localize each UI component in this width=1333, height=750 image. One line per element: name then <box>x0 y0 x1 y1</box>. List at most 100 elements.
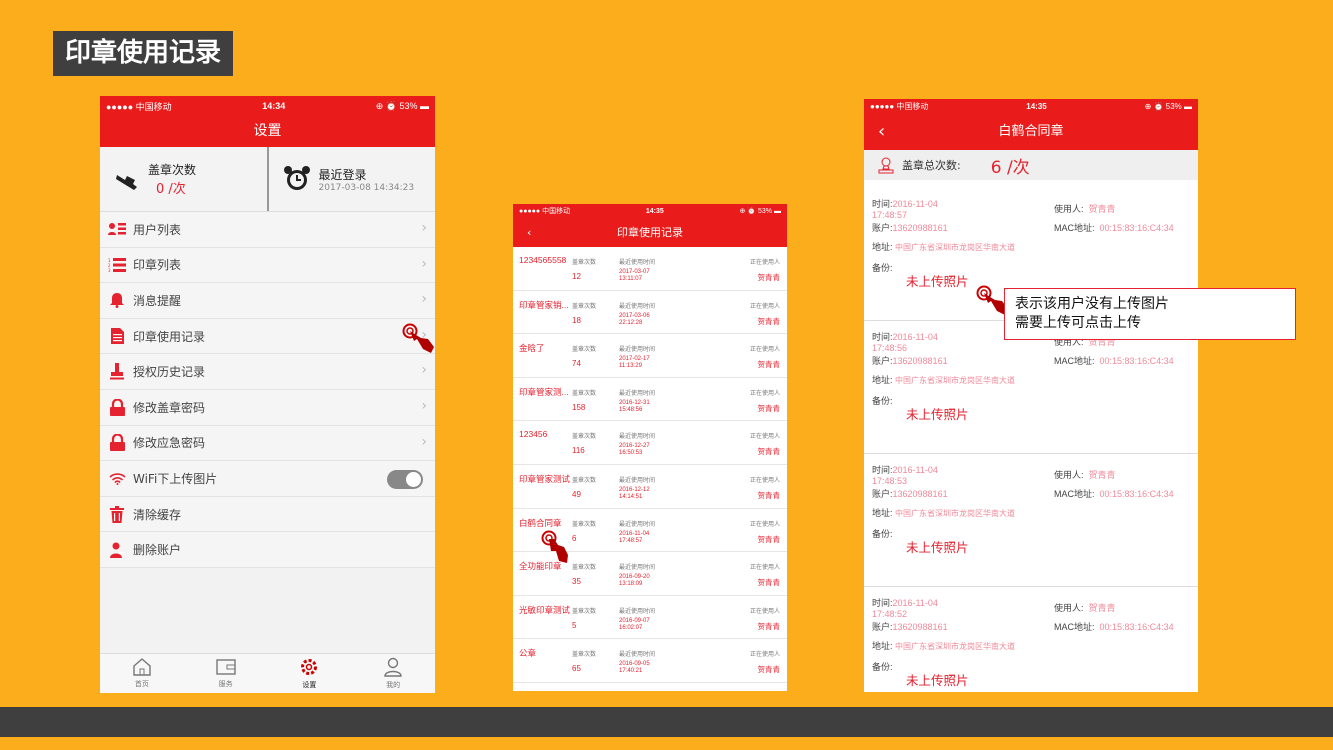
menu-item-auth-history[interactable]: 授权历史记录 › <box>100 354 435 390</box>
count-value: 74 <box>572 359 581 369</box>
carrier-label: ●●●●● 中国移动 <box>519 208 571 215</box>
user-value: 贺青青 <box>757 403 781 413</box>
stamp-count-value: 0 /次 <box>156 182 186 197</box>
time-value: 2017-03-07 13:11:07 <box>619 269 650 282</box>
total-count-label: 盖章总次数: <box>902 159 961 172</box>
entry-note-label: 备份: <box>872 396 893 406</box>
count-label: 盖章次数 <box>572 477 597 484</box>
menu-item-change-emergency-password[interactable]: 修改应急密码 › <box>100 426 435 462</box>
entry-account: 账户:13620988161 <box>872 489 948 499</box>
seal-name: 印章管家销... <box>519 299 569 310</box>
record-row[interactable]: 金晗了 盖章次数 74 最近使用时间 2017-02-17 11:13:29 正在使用人 贺青… <box>513 334 787 378</box>
tap-hand-icon <box>402 323 434 353</box>
menu-item-label: 印章列表 <box>133 258 182 273</box>
count-label: 盖章次数 <box>572 652 597 659</box>
record-row[interactable]: 印章管家测... 盖章次数 158 最近使用时间 2016-12-31 15:48:56 正… <box>513 378 787 422</box>
nav-title: 设置 <box>100 116 435 147</box>
menu-item-label: 用户列表 <box>133 222 182 237</box>
record-row[interactable]: 光敏印章测试 盖章次数 5 最近使用时间 2016-09-07 16:02:07 正在使用人… <box>513 596 787 640</box>
status-bar: ●●●●● 中国移动 14:35 ⊕ ⏰ 53% ▬ <box>513 204 787 218</box>
footer-bar <box>0 707 1333 737</box>
user-label: 正在使用人 <box>749 390 780 397</box>
menu-item-delete-account[interactable]: 删除账户 <box>100 532 435 568</box>
entry-address: 地址: 中国广东省深圳市龙岗区华南大道 <box>872 242 1016 252</box>
time-label: 最近使用时间 <box>619 434 656 441</box>
upload-photo-link[interactable]: 未上传照片 <box>906 670 969 689</box>
menu-item-label: 修改应急密码 <box>133 436 206 451</box>
user-value: 贺青青 <box>757 490 781 500</box>
nav-title: 印章使用记录 <box>617 226 683 239</box>
upload-photo-link[interactable]: 未上传照片 <box>906 271 969 290</box>
entry-account: 账户:13620988161 <box>872 356 948 366</box>
time-value: 2016-11-04 17:48:57 <box>619 530 650 544</box>
menu-item-label: 删除账户 <box>133 543 182 558</box>
tab-profile[interactable]: 我的 <box>351 654 435 693</box>
stamp-count-label: 盖章次数 <box>148 163 197 177</box>
clock: 14:35 <box>1026 101 1047 111</box>
battery-label: ⊕ ⏰ 53% ▬ <box>739 208 781 215</box>
lock-icon <box>108 398 126 416</box>
status-bar: ●●●●● 中国移动 14:34 ⊕ ⏰ 53% ▬ <box>100 96 435 116</box>
time-value: 2016-09-05 17:40:21 <box>619 661 650 675</box>
annotation-callout: 表示该用户没有上传图片 需要上传可点击上传 <box>1004 288 1296 340</box>
user-delete-icon <box>108 541 126 559</box>
stats-panel: 盖章次数 0 /次 最近登录 2017-03-08 14:34:23 <box>100 147 435 212</box>
settings-menu: 用户列表 › 123 印章列表 › 消息提醒 › 印章使用记录 › 授权历史记录… <box>100 212 435 568</box>
home-icon <box>133 658 151 676</box>
entry-user: 使用人: 贺青青 <box>1054 470 1116 480</box>
tap-hand-icon <box>541 530 568 563</box>
menu-item-label: 消息提醒 <box>133 293 182 308</box>
record-row[interactable]: 123456 盖章次数 116 最近使用时间 2016-12-27 16:50:53 正在使… <box>513 421 787 465</box>
entry-mac: MAC地址: 00:15:83:16:C4:34 <box>1054 356 1174 366</box>
battery-label: ⊕ ⏰ 53% ▬ <box>375 100 429 111</box>
user-label: 正在使用人 <box>749 347 780 354</box>
stamp-icon <box>116 175 137 190</box>
menu-item-seal-usage-records[interactable]: 印章使用记录 › <box>100 319 435 355</box>
lock-icon <box>108 434 126 452</box>
record-row[interactable]: 印章管家测试 盖章次数 49 最近使用时间 2016-12-12 14:14:51 正在使用… <box>513 465 787 509</box>
entry-account: 账户:13620988161 <box>872 622 948 632</box>
menu-item-seal-list[interactable]: 123 印章列表 › <box>100 248 435 284</box>
record-row[interactable]: 公章 盖章次数 65 最近使用时间 2016-09-05 17:40:21 正在使用人 贺青青 <box>513 639 787 683</box>
entry-user: 使用人: 贺青青 <box>1054 204 1116 214</box>
user-value: 贺青青 <box>757 621 781 631</box>
nav-title: 白鹤合同章 <box>998 124 1064 139</box>
svg-text:3: 3 <box>108 268 111 272</box>
wallet-icon <box>215 659 236 675</box>
upload-photo-link[interactable]: 未上传照片 <box>906 404 969 423</box>
tab-service[interactable]: 服务 <box>184 654 268 693</box>
chevron-right-icon: › <box>421 433 427 450</box>
menu-item-wifi-upload: WiFi下上传图片 <box>100 461 435 497</box>
menu-item-notifications[interactable]: 消息提醒 › <box>100 283 435 319</box>
user-label: 正在使用人 <box>749 608 780 615</box>
slide-title: 印章使用记录 <box>53 31 234 76</box>
tab-settings[interactable]: 设置 <box>268 654 352 693</box>
menu-item-change-stamp-password[interactable]: 修改盖章密码 › <box>100 390 435 426</box>
count-label: 盖章次数 <box>572 521 597 528</box>
seal-name: 印章管家测试 <box>519 473 571 484</box>
records-list: 1234565558 盖章次数 12 最近使用时间 2017-03-07 13:11:07… <box>513 247 787 683</box>
wifi-upload-toggle[interactable] <box>387 470 423 490</box>
upload-photo-link[interactable]: 未上传照片 <box>906 537 969 556</box>
status-bar: ●●●●● 中国移动 14:35 ⊕ ⏰ 53% ▬ <box>864 99 1198 113</box>
count-label: 盖章次数 <box>572 565 597 572</box>
menu-item-user-list[interactable]: 用户列表 › <box>100 212 435 248</box>
tab-label: 设置 <box>302 681 317 689</box>
entry-time: 时间:2016-11-04 17:48:53 <box>872 465 938 486</box>
back-button[interactable]: ‹ <box>878 113 885 150</box>
settings-screen: ●●●●● 中国移动 14:34 ⊕ ⏰ 53% ▬ 设置 盖章次数 0 /次 … <box>100 96 435 693</box>
menu-item-clear-cache[interactable]: 清除缓存 <box>100 497 435 533</box>
wifi-icon <box>108 469 126 487</box>
time-value: 2016-12-12 14:14:51 <box>619 486 650 500</box>
menu-item-label: 印章使用记录 <box>133 329 206 344</box>
time-value: 2016-09-20 13:18:09 <box>619 574 650 588</box>
carrier-label: ●●●●● 中国移动 <box>106 101 172 112</box>
total-count-value: 6 /次 <box>990 157 1030 178</box>
chevron-right-icon: › <box>421 255 427 272</box>
record-row[interactable]: 1234565558 盖章次数 12 最近使用时间 2017-03-07 13:11:07… <box>513 247 787 291</box>
menu-item-label: WiFi下上传图片 <box>133 471 218 486</box>
record-row[interactable]: 印章管家销... 盖章次数 18 最近使用时间 2017-03-06 22:12:28 正在… <box>513 291 787 335</box>
tab-home[interactable]: 首页 <box>100 654 184 693</box>
back-button[interactable]: ‹ <box>527 218 531 247</box>
menu-item-label: 清除缓存 <box>133 507 182 522</box>
